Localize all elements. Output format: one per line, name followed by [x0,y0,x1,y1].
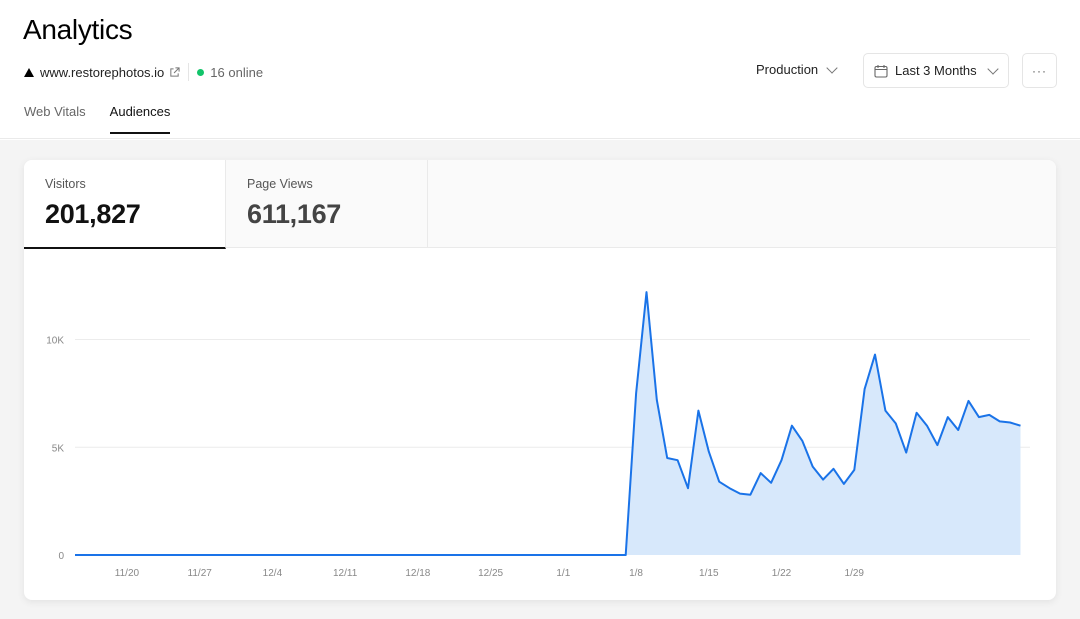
external-link-icon[interactable] [169,66,180,78]
area-fill [75,292,1021,555]
date-range-label: Last 3 Months [895,63,977,78]
domain-link[interactable]: www.restorephotos.io [40,65,164,80]
y-tick-label: 0 [58,551,64,562]
x-tick-label: 1/8 [629,568,643,579]
y-tick-label: 10K [46,336,64,347]
chevron-down-icon [826,61,838,74]
chevron-down-icon [986,62,999,75]
page-header: Analytics www.restorephotos.io 16 online… [0,0,1080,139]
environment-label: Production [756,62,819,77]
x-tick-label: 11/27 [188,568,213,579]
x-tick-label: 12/18 [405,568,430,579]
x-tick-label: 11/20 [115,568,140,579]
stat-value: 201,827 [45,199,141,229]
tab-bar: Web Vitals Audiences [24,104,171,134]
online-status-dot [197,68,205,76]
project-meta: www.restorephotos.io 16 online [24,63,263,81]
tab-web-vitals[interactable]: Web Vitals [24,104,86,134]
y-tick-label: 5K [52,443,65,454]
page-title: Analytics [23,14,133,45]
tab-audiences[interactable]: Audiences [109,104,171,134]
more-options-button[interactable]: ··· [1022,53,1057,88]
calendar-icon [874,64,888,78]
ellipsis-icon: ··· [1032,63,1047,78]
online-count: 16 online [210,64,264,80]
stat-page-views[interactable]: Page Views 611,167 [226,160,428,248]
stat-label: Page Views [247,177,313,191]
x-tick-label: 12/25 [478,568,503,579]
content-area: Visitors 201,827 Page Views 611,167 0 5K 1… [0,140,1080,619]
analytics-card: Visitors 201,827 Page Views 611,167 0 5K 1… [24,160,1056,600]
x-tick-label: 12/4 [263,568,283,579]
x-tick-label: 1/15 [699,568,719,579]
x-tick-label: 1/29 [845,568,865,579]
vercel-logo-icon [24,67,34,77]
date-range-select[interactable]: Last 3 Months [863,53,1009,88]
visitors-chart: 0 5K 10K 11/20 11/27 12/4 12/11 12/18 12/25 1/1 1/… [46,291,1030,579]
stat-label: Visitors [45,177,86,191]
x-tick-label: 12/11 [333,568,358,579]
stat-visitors[interactable]: Visitors 201,827 [24,160,226,249]
divider [188,63,190,81]
stats-tabs: Visitors 201,827 Page Views 611,167 [24,160,1056,249]
x-tick-label: 1/1 [556,568,570,579]
environment-select[interactable]: Production [756,61,838,77]
x-tick-label: 1/22 [772,568,792,579]
stat-value: 611,167 [247,199,342,229]
